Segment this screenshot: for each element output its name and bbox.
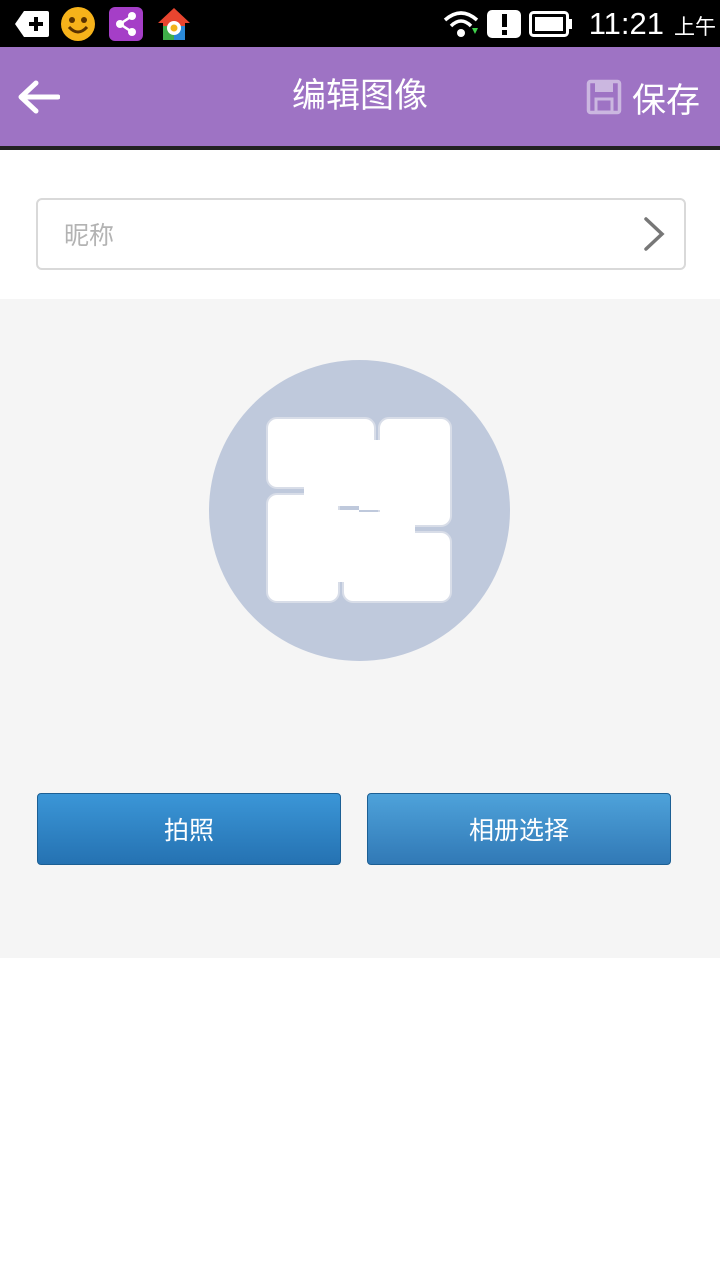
chevron-right-icon [644,217,665,251]
status-time: 11:21 [588,6,664,41]
smiley-icon [60,6,96,42]
alert-icon [486,6,522,42]
home-gear-icon [156,6,192,42]
four-hands-icon [266,417,452,603]
save-disk-icon [586,79,622,115]
save-button[interactable]: 保存 [586,69,700,125]
wifi-icon [443,6,479,42]
status-bar: 11:21 上午 [0,0,720,47]
add-icon [14,6,50,42]
album-button[interactable]: 相册选择 [367,793,671,865]
nickname-section [0,150,720,299]
status-ampm: 上午 [674,15,716,39]
battery-icon [528,6,574,42]
save-label: 保存 [632,80,700,121]
avatar[interactable] [209,360,510,661]
nickname-field[interactable] [36,198,686,270]
nickname-input[interactable] [62,200,626,270]
camera-button[interactable]: 拍照 [37,793,341,865]
avatar-section: 拍照 相册选择 [0,299,720,958]
app-bar: 编辑图像 保存 [0,47,720,146]
share-icon [108,6,144,42]
